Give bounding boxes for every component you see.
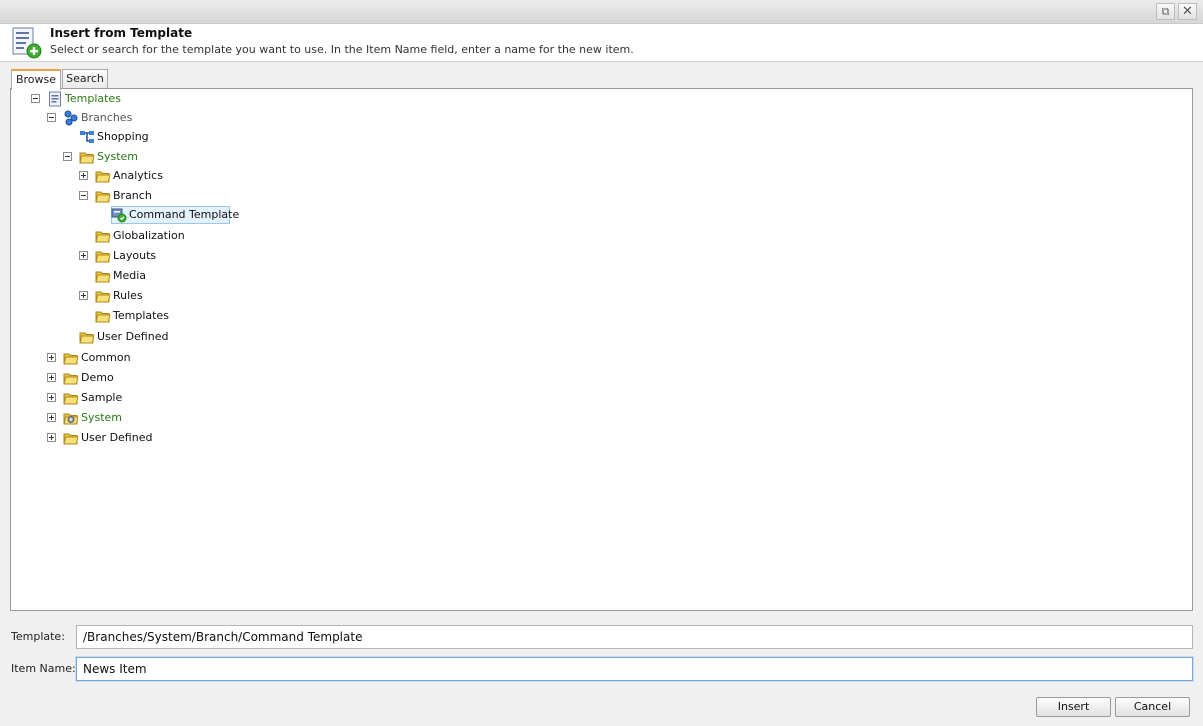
folder-icon <box>95 268 111 284</box>
tree-node-label: Globalization <box>113 229 185 242</box>
tree-node[interactable]: Shopping <box>11 128 1192 146</box>
branch-icon <box>79 129 95 145</box>
close-icon: ✕ <box>1182 4 1193 19</box>
folder-icon <box>95 248 111 264</box>
tree-node-label: Command Template <box>129 208 240 221</box>
insert-button[interactable]: Insert <box>1036 697 1111 717</box>
tree-node[interactable]: Branches <box>11 109 1192 127</box>
tree-node[interactable]: Templates <box>11 307 1192 325</box>
item-name-input[interactable] <box>76 657 1193 681</box>
tree-node-label: Rules <box>113 289 143 302</box>
tree-node-label: Demo <box>81 371 114 384</box>
close-button[interactable]: ✕ <box>1178 3 1197 20</box>
expand-icon[interactable] <box>47 393 56 402</box>
collapse-icon[interactable] <box>47 113 56 122</box>
tree-node[interactable]: Sample <box>11 389 1192 407</box>
branches-icon <box>63 110 79 126</box>
tree-node-label: Shopping <box>97 130 149 143</box>
tree-node[interactable]: Rules <box>11 287 1192 305</box>
tree-node-label: Sample <box>81 391 123 404</box>
cancel-button[interactable]: Cancel <box>1115 697 1190 717</box>
system-folder-icon <box>63 410 79 426</box>
expand-icon[interactable] <box>79 291 88 300</box>
tree-node-label: Branch <box>113 189 152 202</box>
tree-node[interactable]: Command Template <box>11 206 1192 224</box>
folder-icon <box>63 370 79 386</box>
tree-node-label: System <box>97 150 139 163</box>
folder-icon <box>63 430 79 446</box>
folder-icon <box>63 350 79 366</box>
command-template-icon <box>111 207 127 223</box>
tree-node[interactable]: Demo <box>11 369 1192 387</box>
tree-node-label: Layouts <box>113 249 157 262</box>
folder-icon <box>95 288 111 304</box>
folder-icon <box>79 329 95 345</box>
tab-search[interactable]: Search <box>62 69 108 89</box>
folder-icon <box>63 390 79 406</box>
tree-node-label: Analytics <box>113 169 163 182</box>
folder-icon <box>95 308 111 324</box>
tree-node[interactable]: Layouts <box>11 247 1192 265</box>
folder-icon <box>95 228 111 244</box>
tree-node-label: Templates <box>65 92 121 105</box>
tree-node-label: User Defined <box>81 431 153 444</box>
tree-node[interactable]: User Defined <box>11 429 1192 447</box>
tree-node[interactable]: Templates <box>11 90 1192 108</box>
popout-button[interactable]: ⧉ <box>1156 3 1175 20</box>
tree-node[interactable]: System <box>11 409 1192 427</box>
dialog-description: Select or search for the template you wa… <box>50 43 634 56</box>
expand-icon[interactable] <box>47 413 56 422</box>
expand-icon[interactable] <box>47 433 56 442</box>
folder-icon <box>79 149 95 165</box>
folder-icon <box>95 188 111 204</box>
tree-node-label: System <box>81 411 123 424</box>
tree-node[interactable]: Branch <box>11 187 1192 205</box>
expand-icon[interactable] <box>47 353 56 362</box>
tree-node[interactable]: Analytics <box>11 167 1192 185</box>
tree-node[interactable]: Media <box>11 267 1192 285</box>
template-label: Template: <box>11 630 65 643</box>
template-path-field[interactable] <box>76 625 1193 649</box>
collapse-icon[interactable] <box>63 152 72 161</box>
dialog-title: Insert from Template <box>50 26 193 40</box>
dialog-titlebar: ⧉ ✕ <box>0 0 1203 24</box>
tree-node[interactable]: Common <box>11 349 1192 367</box>
expand-icon[interactable] <box>79 251 88 260</box>
insert-template-icon <box>12 27 42 59</box>
tree-node-label: User Defined <box>97 330 169 343</box>
templates-icon <box>47 91 63 107</box>
item-name-label: Item Name: <box>11 662 76 675</box>
folder-icon <box>95 168 111 184</box>
tree-node[interactable]: User Defined <box>11 328 1192 346</box>
tree-node-label: Media <box>113 269 147 282</box>
tree-node-label: Common <box>81 351 131 364</box>
expand-icon[interactable] <box>79 171 88 180</box>
template-tree[interactable]: Templates Branches Shopping System Analytics… <box>10 88 1193 611</box>
tree-node-label: Templates <box>113 309 169 322</box>
tab-browse[interactable]: Browse <box>11 69 61 90</box>
dialog-header: Insert from Template Select or search fo… <box>0 24 1203 62</box>
collapse-icon[interactable] <box>31 94 40 103</box>
collapse-icon[interactable] <box>79 191 88 200</box>
tree-node[interactable]: Globalization <box>11 227 1192 245</box>
tree-node-label: Branches <box>81 111 133 124</box>
tree-node[interactable]: System <box>11 148 1192 166</box>
expand-icon[interactable] <box>47 373 56 382</box>
popout-icon: ⧉ <box>1161 5 1170 18</box>
